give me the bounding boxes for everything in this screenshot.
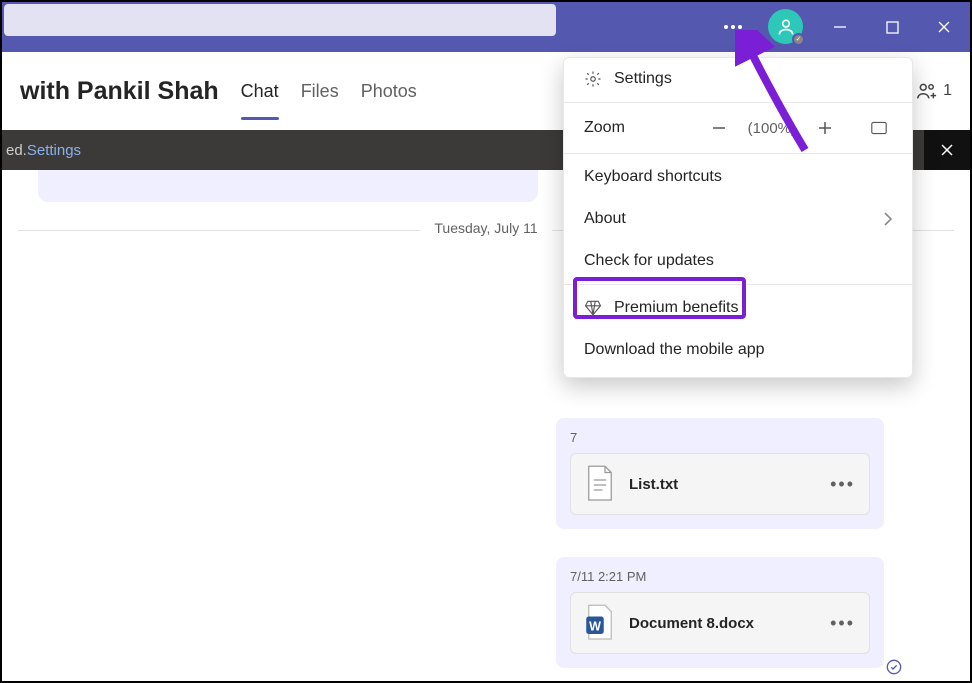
message-bubble: 7/11 2:21 PM W Document 8.docx ••• [556,557,884,668]
file-more-button[interactable]: ••• [830,474,855,495]
menu-separator [564,153,912,154]
file-name: Document 8.docx [629,615,816,632]
file-more-button[interactable]: ••• [830,613,855,634]
avatar[interactable] [768,9,803,44]
word-file-icon: W [585,605,615,641]
menu-zoom-row: Zoom (100%) [564,105,912,151]
menu-premium-label: Premium benefits [614,299,739,317]
tab-photos[interactable]: Photos [361,73,417,110]
diamond-icon [584,299,602,317]
maximize-button[interactable] [866,2,918,52]
zoom-in-button[interactable] [812,115,838,141]
message-bubble: 7 List.txt ••• [556,418,884,529]
tab-files[interactable]: Files [301,73,339,110]
banner-close-button[interactable] [924,130,970,170]
more-options-menu: Settings Zoom (100%) Keyboard shortcuts … [563,57,913,378]
message-timestamp: 7/11 2:21 PM [570,569,870,584]
fullscreen-button[interactable] [866,115,892,141]
search-input[interactable] [4,4,556,36]
gear-icon [584,70,602,88]
menu-settings[interactable]: Settings [564,58,912,100]
menu-separator [564,284,912,285]
menu-mobile-label: Download the mobile app [584,341,765,359]
chevron-right-icon [884,212,892,226]
tab-chat[interactable]: Chat [241,73,279,110]
banner-settings-link[interactable]: Settings [27,142,81,159]
svg-text:W: W [589,620,601,634]
menu-download-mobile[interactable]: Download the mobile app [564,329,912,371]
date-separator-text: Tuesday, July 11 [420,220,551,236]
presence-badge [792,33,805,46]
menu-check-updates[interactable]: Check for updates [564,240,912,282]
menu-about-label: About [584,210,626,228]
participants-button[interactable]: 1 [915,80,952,102]
page-title: with Pankil Shah [20,77,219,106]
menu-check-updates-label: Check for updates [584,252,714,270]
participant-count: 1 [943,82,952,100]
read-receipt-icon [886,659,902,675]
menu-shortcuts-label: Keyboard shortcuts [584,168,722,186]
minimize-button[interactable] [814,2,866,52]
menu-about[interactable]: About [564,198,912,240]
window-controls [814,2,970,52]
titlebar [2,2,970,52]
menu-keyboard-shortcuts[interactable]: Keyboard shortcuts [564,156,912,198]
zoom-percentage: (100%) [742,120,802,137]
previous-message-stub [38,170,538,202]
people-add-icon [915,80,937,102]
zoom-out-button[interactable] [706,115,732,141]
close-button[interactable] [918,2,970,52]
tab-strip: Chat Files Photos [241,73,417,110]
file-attachment[interactable]: List.txt ••• [570,453,870,515]
menu-premium-benefits[interactable]: Premium benefits [564,287,912,329]
text-file-icon [585,466,615,502]
file-attachment[interactable]: W Document 8.docx ••• [570,592,870,654]
menu-separator [564,102,912,103]
message-timestamp: 7 [570,430,870,445]
zoom-label: Zoom [584,119,625,137]
banner-text: ed. [6,142,27,159]
file-name: List.txt [629,476,816,493]
more-options-button[interactable] [718,14,748,40]
menu-settings-label: Settings [614,70,672,88]
